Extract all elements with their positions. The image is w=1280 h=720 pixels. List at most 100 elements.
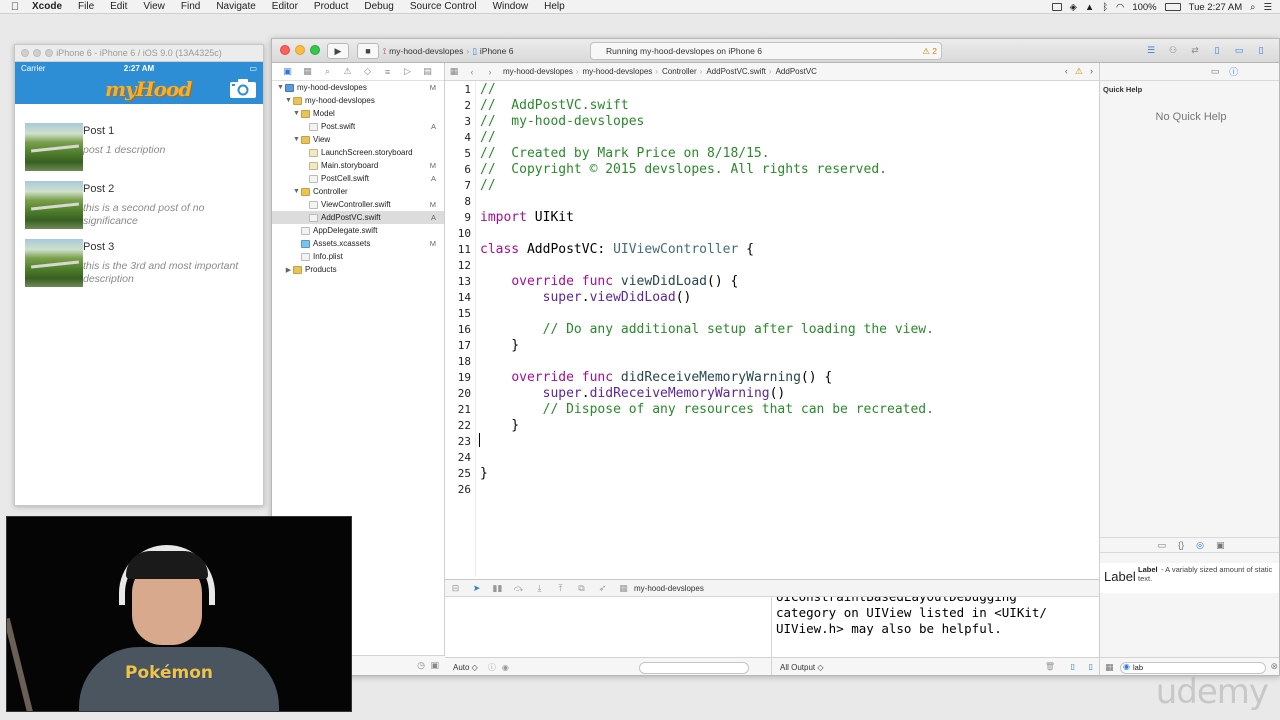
step-into-icon[interactable]: ⤓ xyxy=(529,583,550,594)
split-view-right-icon[interactable]: ▯ xyxy=(1089,662,1093,671)
scheme-selector[interactable]: ⟟ my-hood-devslopes › ▯ iPhone 6 xyxy=(383,43,513,59)
media-library-icon[interactable]: ▣ xyxy=(1216,540,1225,552)
tree-row-view[interactable]: ▼ View xyxy=(272,133,444,146)
stop-button[interactable]: ■ xyxy=(357,43,379,59)
pause-icon[interactable]: ▮▮ xyxy=(487,583,508,594)
warning-icon[interactable]: ⚠ xyxy=(1075,66,1083,77)
code-line[interactable]: // Dispose of any resources that can be … xyxy=(480,402,934,417)
report-navigator-icon[interactable]: ▤ xyxy=(419,66,436,77)
post-cell[interactable]: Post 3 this is the 3rd and most importan… xyxy=(25,239,260,289)
drive-icon[interactable]: ▲ xyxy=(1085,2,1094,13)
code-line[interactable]: } xyxy=(480,338,519,353)
code-line[interactable]: // Do any additional setup after loading… xyxy=(480,322,934,337)
tree-row-project[interactable]: ▼ my-hood-devslopes M xyxy=(272,81,444,94)
spotlight-icon[interactable]: ⌕ xyxy=(1250,2,1255,13)
grid-view-icon[interactable]: ▦ xyxy=(1105,662,1114,673)
related-items-icon[interactable]: ▦ xyxy=(445,66,463,77)
menu-window[interactable]: Window xyxy=(485,1,537,12)
step-over-icon[interactable]: ⤼ xyxy=(508,583,529,594)
run-button[interactable]: ▶ xyxy=(327,43,349,59)
minimize-button[interactable] xyxy=(33,49,41,57)
battery-icon[interactable] xyxy=(1164,3,1181,11)
info-icon[interactable]: ⓘ xyxy=(488,662,496,673)
variables-filter-input[interactable] xyxy=(638,661,749,674)
version-editor-icon[interactable]: ⇄ xyxy=(1187,44,1203,57)
apple-icon[interactable]:  xyxy=(0,1,30,13)
tree-row-controller[interactable]: ▼ Controller xyxy=(272,185,444,198)
library-item-label[interactable]: Label - A variably sized amount of stati… xyxy=(1100,563,1279,593)
disclosure-triangle-icon[interactable]: ▼ xyxy=(284,97,293,104)
bluetooth-icon[interactable]: ᛒ xyxy=(1102,2,1108,13)
tree-row-launchscreen[interactable]: LaunchScreen.storyboard xyxy=(272,146,444,159)
code-line[interactable]: // my-hood-devslopes xyxy=(480,114,644,129)
previous-issue-icon[interactable]: ‹ xyxy=(1065,66,1068,77)
camera-icon[interactable] xyxy=(229,77,257,99)
post-cell[interactable]: Post 2 this is a second post of no signi… xyxy=(25,181,260,231)
tree-row-products[interactable]: ▶ Products xyxy=(272,263,444,276)
code-line[interactable]: import UIKit xyxy=(480,210,574,225)
next-issue-icon[interactable]: › xyxy=(1090,66,1093,77)
clear-filter-icon[interactable]: ⊗ xyxy=(1270,661,1278,672)
tree-row-info-plist[interactable]: Info.plist xyxy=(272,250,444,263)
scm-filter-icon[interactable]: ▣ xyxy=(430,660,439,671)
clock[interactable]: Tue 2:27 AM xyxy=(1189,2,1243,13)
zoom-button[interactable] xyxy=(310,45,320,55)
code-line[interactable]: override func viewDidLoad() { xyxy=(480,274,738,289)
code-line[interactable]: } xyxy=(480,418,519,433)
tree-row-model[interactable]: ▼ Model xyxy=(272,107,444,120)
breadcrumb-group[interactable]: my-hood-devslopes xyxy=(578,67,655,76)
console-output[interactable]: UIConstraintBasedLayoutDebugging categor… xyxy=(772,597,1099,657)
symbol-navigator-icon[interactable]: ▦ xyxy=(299,66,316,77)
code-line[interactable]: // xyxy=(480,178,496,193)
menu-debug[interactable]: Debug xyxy=(356,1,401,12)
eye-icon[interactable]: ◉ xyxy=(502,663,509,672)
wifi-icon[interactable]: ◠ xyxy=(1116,2,1124,13)
trash-icon[interactable]: 🗑 xyxy=(1045,662,1055,671)
screen-record-icon[interactable] xyxy=(1051,3,1062,11)
disclosure-triangle-icon[interactable]: ▶ xyxy=(284,266,293,274)
breakpoints-toggle-icon[interactable]: ➤ xyxy=(466,583,487,594)
file-template-library-icon[interactable]: ▭ xyxy=(1158,540,1167,552)
menu-app[interactable]: Xcode xyxy=(30,1,70,12)
dropbox-icon[interactable]: ◈ xyxy=(1070,2,1077,13)
toggle-debug-area-icon[interactable]: ▭ xyxy=(1231,44,1247,57)
menu-find[interactable]: Find xyxy=(173,1,208,12)
zoom-button[interactable] xyxy=(45,49,53,57)
simulator-titlebar[interactable]: iPhone 6 - iPhone 6 / iOS 9.0 (13A4325c) xyxy=(15,45,263,62)
tree-row-post-swift[interactable]: Post.swift A xyxy=(272,120,444,133)
tree-row-group[interactable]: ▼ my-hood-devslopes xyxy=(272,94,444,107)
breadcrumb-folder[interactable]: Controller xyxy=(658,67,700,76)
object-library-icon[interactable]: ◎ xyxy=(1196,540,1204,552)
close-button[interactable] xyxy=(280,45,290,55)
recent-filter-icon[interactable]: ◷ xyxy=(417,660,425,671)
menu-edit[interactable]: Edit xyxy=(102,1,135,12)
tree-row-main-storyboard[interactable]: Main.storyboard M xyxy=(272,159,444,172)
menu-file[interactable]: File xyxy=(70,1,102,12)
code-line[interactable]: } xyxy=(480,466,488,481)
code-line[interactable]: super.didReceiveMemoryWarning() xyxy=(480,386,786,401)
test-navigator-icon[interactable]: ◇ xyxy=(359,66,376,77)
disclosure-triangle-icon[interactable]: ▼ xyxy=(292,110,301,117)
post-cell[interactable]: Post 1 post 1 description xyxy=(25,123,260,173)
menu-navigate[interactable]: Navigate xyxy=(208,1,263,12)
auto-scope-selector[interactable]: Auto ◇ xyxy=(453,663,478,672)
toggle-navigator-icon[interactable]: ▯ xyxy=(1209,44,1225,57)
menu-help[interactable]: Help xyxy=(536,1,573,12)
breakpoint-navigator-icon[interactable]: ▷ xyxy=(399,66,416,77)
variables-view[interactable] xyxy=(445,597,772,657)
output-selector[interactable]: All Output ◇ xyxy=(780,663,824,672)
code-line[interactable]: super.viewDidLoad() xyxy=(480,290,692,305)
menu-editor[interactable]: Editor xyxy=(264,1,306,12)
tree-row-addpostvc-swift[interactable]: AddPostVC.swift A xyxy=(272,211,444,224)
tree-row-postcell-swift[interactable]: PostCell.swift A xyxy=(272,172,444,185)
disclosure-triangle-icon[interactable]: ▼ xyxy=(292,136,301,143)
code-line[interactable]: class AddPostVC: UIViewController { xyxy=(480,242,754,257)
source-editor[interactable]: 1 2 3 4 5 6 7 8 9 10 11 12 13 14 15 16 17 18 19 20 21 22 23 24 2… xyxy=(445,81,1099,577)
disclosure-triangle-icon[interactable]: ▼ xyxy=(276,84,285,91)
breadcrumb-symbol[interactable]: AddPostVC xyxy=(772,67,820,76)
battery-percent[interactable]: 100% xyxy=(1132,2,1156,13)
minimize-button[interactable] xyxy=(295,45,305,55)
code-snippet-library-icon[interactable]: {} xyxy=(1178,540,1184,552)
menu-view[interactable]: View xyxy=(135,1,173,12)
step-out-icon[interactable]: ⤒ xyxy=(550,583,571,594)
